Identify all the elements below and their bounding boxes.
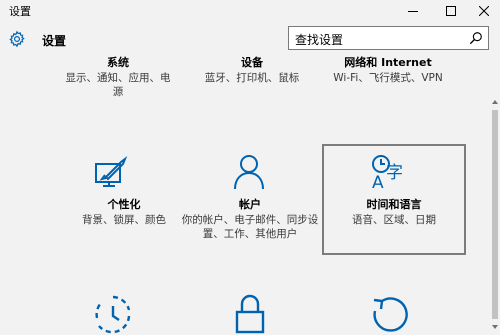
page-title: 设置 [42, 34, 67, 48]
tile-description: 语音、区域、日期 [352, 214, 436, 226]
tile-title: 帐户 [239, 198, 261, 211]
tile-title: 网络和 Internet [344, 56, 432, 69]
scroll-down-arrow-icon[interactable] [491, 323, 499, 331]
maximize-button[interactable] [436, 0, 466, 22]
search-input-text[interactable]: 查找设置 [295, 31, 343, 48]
close-icon [479, 6, 489, 16]
tile-title: 个性化 [107, 198, 141, 211]
settings-grid: 系统 显示、通知、应用、电源 设备 蓝牙、打印机、鼠标 网络和 Internet… [0, 56, 490, 335]
scrollbar-thumb[interactable] [492, 110, 498, 319]
tile-system[interactable]: 系统 显示、通知、应用、电源 [46, 56, 190, 99]
tile-description: 显示、通知、应用、电源 [65, 72, 171, 98]
search-icon[interactable] [469, 31, 483, 45]
vertical-scrollbar[interactable] [490, 56, 500, 335]
window-title: 设置 [9, 5, 31, 18]
account-person-icon [234, 155, 264, 190]
tile-description: 蓝牙、打印机、鼠标 [204, 72, 300, 84]
tile-title: 设备 [241, 56, 263, 69]
tile-accounts[interactable]: 帐户 你的帐户、电子邮件、同步设置、工作、其他用户 [178, 198, 322, 241]
tile-description: 你的帐户、电子邮件、同步设置、工作、其他用户 [181, 214, 319, 240]
svg-text:字: 字 [386, 163, 403, 183]
search-input[interactable]: 查找设置 [288, 26, 489, 50]
settings-header: 设置 查找设置 [0, 22, 500, 56]
scroll-up-arrow-icon[interactable] [491, 98, 499, 106]
tile-personalization[interactable]: 个性化 背景、锁屏、颜色 [52, 198, 196, 227]
title-bar: 设置 [0, 0, 500, 22]
lock-icon[interactable] [234, 294, 266, 335]
ease-of-access-icon[interactable] [93, 294, 133, 334]
tile-devices[interactable]: 设备 蓝牙、打印机、鼠标 [180, 56, 324, 85]
svg-text:A: A [372, 173, 384, 192]
tile-time-language[interactable]: 时间和语言 语音、区域、日期 [322, 198, 466, 227]
time-language-icon: A 字 [372, 155, 403, 192]
tile-network[interactable]: 网络和 Internet Wi-Fi、飞行模式、VPN [316, 56, 460, 85]
minimize-button[interactable] [398, 0, 428, 22]
maximize-icon [446, 6, 456, 16]
tile-description: 背景、锁屏、颜色 [82, 214, 166, 226]
tile-title: 系统 [107, 56, 129, 69]
personalization-icon [95, 156, 128, 187]
minimize-icon [408, 11, 418, 12]
close-button[interactable] [469, 0, 499, 22]
update-refresh-icon[interactable] [370, 294, 410, 334]
tile-title: 时间和语言 [366, 198, 422, 211]
tile-description: Wi-Fi、飞行模式、VPN [333, 72, 443, 84]
gear-icon[interactable] [8, 30, 26, 48]
